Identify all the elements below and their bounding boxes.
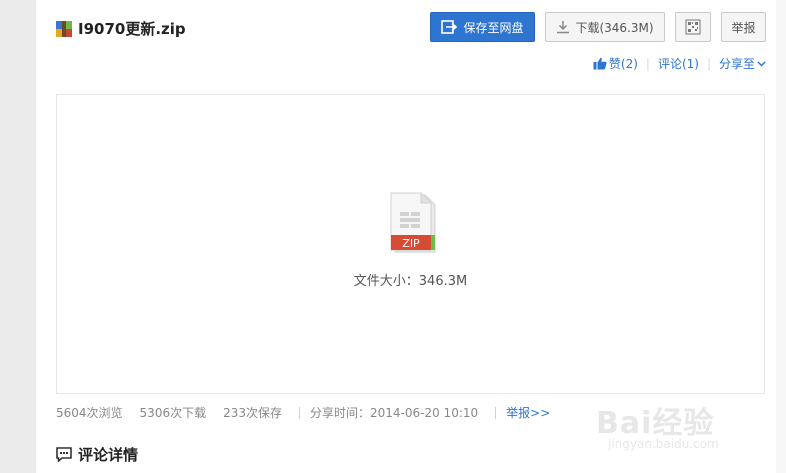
file-header: I9070更新.zip <box>56 18 186 39</box>
report-button[interactable]: 举报 <box>721 12 766 42</box>
comment-bubble-icon <box>56 447 72 462</box>
zip-file-icon: ZIP <box>390 192 436 253</box>
like-label: 赞(2) <box>608 57 638 71</box>
download-icon <box>557 21 570 34</box>
action-separator: | <box>706 56 711 71</box>
social-actions: 赞(2) | 评论(1) | 分享至 <box>593 55 766 72</box>
save-arrow-icon <box>441 20 458 34</box>
left-gutter <box>0 0 36 473</box>
qr-code-button[interactable] <box>675 12 711 42</box>
comments-section-header: 评论详情 <box>56 444 138 465</box>
thumbs-up-icon <box>593 57 607 70</box>
share-time: 分享时间：2014-06-20 10:10 <box>310 406 479 420</box>
share-page: I9070更新.zip 保存至网盘 下载(346.3M) 举报 赞(2) | 评… <box>36 0 776 473</box>
save-count: 233次保存 <box>223 406 282 420</box>
download-button[interactable]: 下载(346.3M) <box>545 12 665 42</box>
file-stats: 5604次浏览 5306次下载 233次保存 分享时间：2014-06-20 1… <box>56 404 567 421</box>
like-action[interactable]: 赞(2) <box>593 55 638 72</box>
save-button-label: 保存至网盘 <box>463 20 524 35</box>
file-preview-panel: ZIP 文件大小：346.3M <box>56 94 765 394</box>
download-count: 5306次下载 <box>139 406 207 420</box>
view-count: 5604次浏览 <box>56 406 123 420</box>
share-dropdown[interactable]: 分享至 <box>719 55 766 72</box>
zip-archive-icon <box>56 20 72 37</box>
report-link[interactable]: 举报>> <box>506 404 550 421</box>
file-size-text: 文件大小：346.3M <box>353 274 468 289</box>
zip-icon-label: ZIP <box>402 237 420 250</box>
stats-divider <box>495 406 497 419</box>
chevron-down-icon <box>757 61 766 66</box>
download-button-label: 下载(346.3M) <box>575 20 654 35</box>
file-title: I9070更新.zip <box>78 20 186 38</box>
stats-divider <box>299 406 300 419</box>
save-to-netdisk-button[interactable]: 保存至网盘 <box>430 12 535 42</box>
qr-code-icon <box>685 19 701 35</box>
comment-label: 评论(1) <box>657 57 699 71</box>
share-label: 分享至 <box>718 57 755 71</box>
comment-action[interactable]: 评论(1) <box>658 55 699 72</box>
action-separator: | <box>645 56 650 71</box>
right-gutter <box>776 0 786 473</box>
comments-title: 评论详情 <box>78 446 139 464</box>
